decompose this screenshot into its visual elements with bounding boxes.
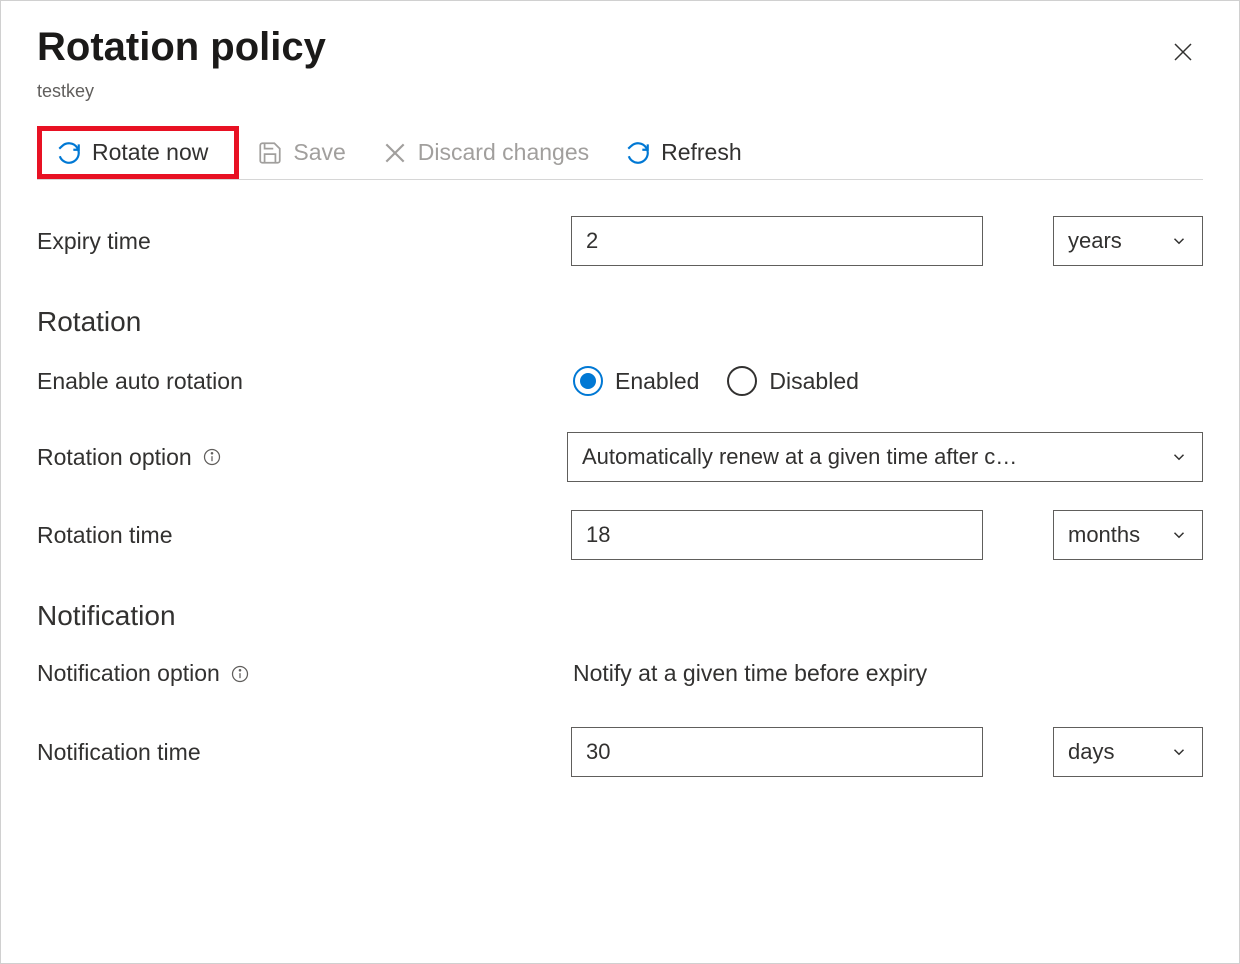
enable-auto-rotation-label: Enable auto rotation [37, 368, 573, 395]
subtitle: testkey [37, 81, 1203, 102]
info-icon[interactable] [202, 447, 222, 467]
enabled-radio[interactable]: Enabled [573, 366, 699, 396]
chevron-down-icon [1170, 743, 1188, 761]
rotation-time-label: Rotation time [37, 522, 571, 549]
close-icon [1171, 40, 1195, 64]
expiry-time-label: Expiry time [37, 228, 571, 255]
save-button: Save [239, 131, 363, 174]
disabled-radio-label: Disabled [769, 368, 859, 395]
refresh-icon [625, 140, 651, 166]
chevron-down-icon [1170, 232, 1188, 250]
radio-selected-icon [573, 366, 603, 396]
page-title: Rotation policy [37, 25, 326, 70]
expiry-unit-value: years [1068, 228, 1122, 254]
refresh-button[interactable]: Refresh [607, 131, 760, 174]
rotation-option-select[interactable]: Automatically renew at a given time afte… [567, 432, 1203, 482]
rotation-heading: Rotation [37, 306, 1203, 338]
notification-heading: Notification [37, 600, 1203, 632]
save-label: Save [293, 139, 345, 166]
notification-time-unit-select[interactable]: days [1053, 727, 1203, 777]
enabled-radio-label: Enabled [615, 368, 699, 395]
rotate-now-button[interactable]: Rotate now [37, 126, 239, 179]
notification-option-label: Notification option [37, 660, 220, 687]
rotation-time-unit-value: months [1068, 522, 1140, 548]
toolbar: Rotate now Save Discard changes Refresh [37, 126, 1203, 180]
info-icon[interactable] [230, 664, 250, 684]
discard-icon [382, 140, 408, 166]
discard-button: Discard changes [364, 131, 607, 174]
expiry-time-input[interactable] [571, 216, 983, 266]
rotate-icon [56, 140, 82, 166]
rotation-time-unit-select[interactable]: months [1053, 510, 1203, 560]
rotate-now-label: Rotate now [92, 139, 208, 166]
notification-time-label: Notification time [37, 739, 571, 766]
notification-time-unit-value: days [1068, 739, 1114, 765]
expiry-time-unit-select[interactable]: years [1053, 216, 1203, 266]
notification-time-input[interactable] [571, 727, 983, 777]
rotation-time-input[interactable] [571, 510, 983, 560]
chevron-down-icon [1170, 448, 1188, 466]
radio-unselected-icon [727, 366, 757, 396]
disabled-radio[interactable]: Disabled [727, 366, 859, 396]
chevron-down-icon [1170, 526, 1188, 544]
notification-option-value: Notify at a given time before expiry [573, 660, 927, 687]
rotation-option-value: Automatically renew at a given time afte… [582, 444, 1160, 470]
auto-rotation-radio-group: Enabled Disabled [573, 366, 859, 396]
refresh-label: Refresh [661, 139, 742, 166]
save-icon [257, 140, 283, 166]
discard-label: Discard changes [418, 139, 589, 166]
rotation-option-label: Rotation option [37, 444, 192, 471]
close-button[interactable] [1163, 35, 1203, 75]
